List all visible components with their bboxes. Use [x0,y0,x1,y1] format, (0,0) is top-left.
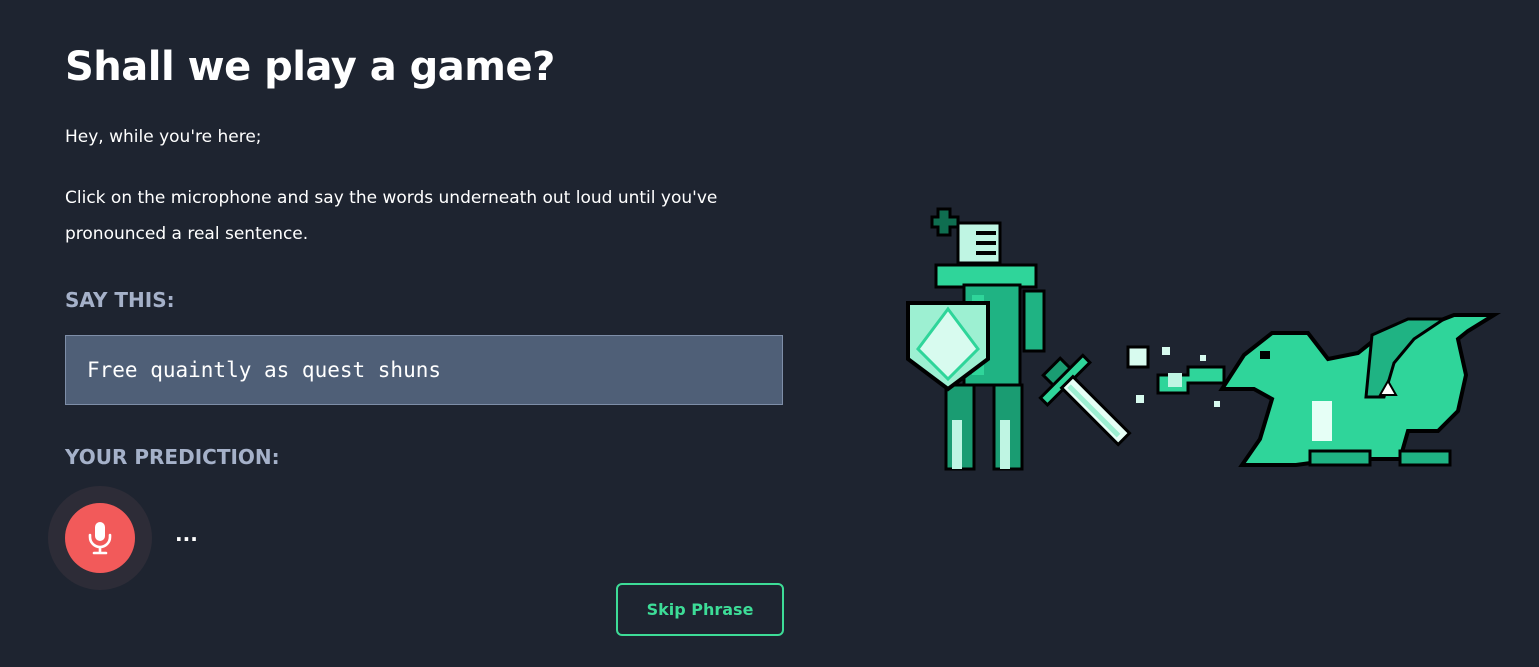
phrase-box: Free quaintly as quest shuns [65,335,783,405]
prediction-value: ... [175,522,198,546]
mic-halo [48,486,152,590]
phrase-text: Free quaintly as quest shuns [87,358,442,382]
microphone-button[interactable] [65,503,135,573]
fireball [1126,345,1226,407]
knight-figure [906,207,1132,471]
intro-text: Hey, while you're here; [65,127,262,147]
say-this-label: SAY THIS: [65,288,175,312]
page: Shall we play a game? Hey, while you're … [0,0,1539,667]
page-title: Shall we play a game? [65,44,555,90]
prediction-label: YOUR PREDICTION: [65,445,280,469]
microphone-icon [88,522,112,555]
instructions-text: Click on the microphone and say the word… [65,188,718,244]
skip-phrase-button[interactable]: Skip Phrase [616,583,784,636]
knight-dragon-illustration [906,207,1502,471]
dragon-figure [1218,313,1502,467]
